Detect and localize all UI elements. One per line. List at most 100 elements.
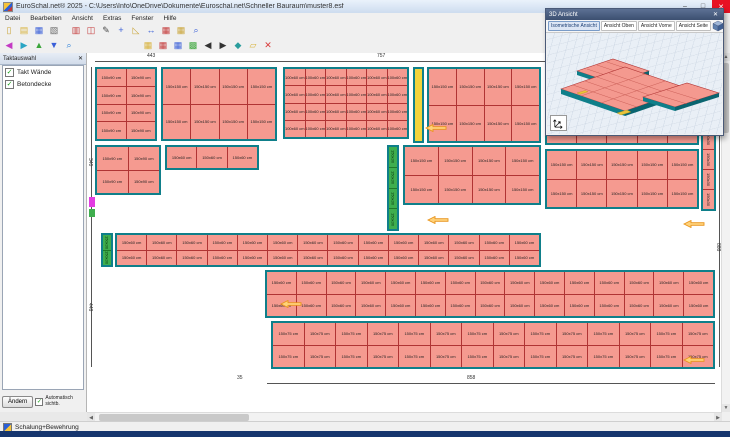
formwork-panel[interactable]: 150x60 cm	[480, 235, 509, 250]
formwork-panel[interactable]: 150x150 cm	[668, 180, 697, 208]
formwork-panel[interactable]: 100x60 cm	[326, 69, 346, 85]
formwork-panel[interactable]: 150x60 cm	[359, 235, 388, 250]
ruler-tool-icon[interactable]: ◺	[129, 24, 143, 37]
formwork-panel[interactable]: 100x60 cm	[326, 86, 346, 102]
edit-tool-icon[interactable]: ✎	[99, 24, 113, 37]
formwork-panel[interactable]: 150x150 cm	[457, 69, 484, 105]
formwork-panel[interactable]: 150x60 cm	[356, 272, 385, 294]
formwork-panel[interactable]: 150x60 cm	[389, 251, 418, 266]
change-button[interactable]: Ändern	[2, 396, 33, 408]
formwork-panel[interactable]: 150x60 cm	[535, 272, 564, 294]
formwork-panel[interactable]: 100x60 cm	[306, 86, 326, 102]
formwork-panel[interactable]: 150x75 cm	[305, 346, 336, 368]
formwork-panel[interactable]: 100x60 cm	[367, 104, 387, 120]
formwork-panel[interactable]: 150x30	[103, 235, 111, 250]
formwork-panel[interactable]: 150x75 cm	[368, 323, 399, 345]
formwork-panel[interactable]: 150x90 cm	[127, 105, 156, 122]
formwork-panel[interactable]: 150x75 cm	[557, 346, 588, 368]
formwork-panel[interactable]: 150x60 cm	[416, 295, 445, 317]
formwork-panel[interactable]: 150x60 cm	[389, 235, 418, 250]
formwork-panel[interactable]: 150x60 cm	[476, 295, 505, 317]
formwork-panel[interactable]: 150x60 cm	[386, 272, 415, 294]
formwork-panel[interactable]: 150x60 cm	[328, 235, 357, 250]
formwork-panel[interactable]: 150x150 cm	[248, 69, 275, 104]
viewer3d-tab-3[interactable]: Ansicht Seite	[676, 21, 711, 31]
formwork-panel[interactable]: 150x90 cm	[97, 87, 126, 104]
print-icon[interactable]: ▧	[47, 24, 61, 37]
formwork-panel[interactable]: 150x75 cm	[462, 346, 493, 368]
formwork-panel[interactable]: 150x150 cm	[638, 180, 667, 208]
formwork-panel[interactable]: 150x75 cm	[336, 346, 367, 368]
formwork-panel[interactable]: 150x75 cm	[683, 323, 714, 345]
formwork-panel[interactable]: 100x60 cm	[306, 104, 326, 120]
formwork-panel[interactable]: 150x60 cm	[167, 147, 196, 168]
table-yellow-icon[interactable]: ▦	[141, 39, 155, 52]
formwork-panel[interactable]: 150x90 cm	[97, 105, 126, 122]
formwork-panel[interactable]: 100x60 cm	[347, 104, 367, 120]
formwork-panel[interactable]: 150x60 cm	[446, 272, 475, 294]
takt-item-0[interactable]: ✓Takt Wände	[3, 66, 83, 78]
formwork-panel[interactable]: 150x60 cm	[510, 251, 539, 266]
formwork-panel[interactable]: 150x60 cm	[419, 235, 448, 250]
formwork-panel[interactable]: 150x90 cm	[127, 87, 156, 104]
horizontal-scroll-thumb[interactable]	[99, 414, 249, 421]
formwork-panel[interactable]: 100x60 cm	[285, 104, 305, 120]
diamond-tool-icon[interactable]: ◆	[231, 39, 245, 52]
formwork-panel[interactable]: 150x150 cm	[248, 105, 275, 140]
formwork-panel[interactable]: 150x60 cm	[268, 251, 297, 266]
viewer3d-tab-2[interactable]: Ansicht Vorne	[638, 21, 675, 31]
formwork-panel[interactable]: 150x75 cm	[494, 323, 525, 345]
formwork-panel[interactable]: 150x60 cm	[117, 235, 146, 250]
formwork-panel[interactable]: 150x60 cm	[298, 235, 327, 250]
formwork-panel[interactable]: 150x150 cm	[547, 180, 576, 208]
zoom-tool-icon[interactable]: ⌕	[189, 24, 203, 37]
formwork-panel[interactable]: 150x30	[103, 251, 111, 266]
formwork-panel[interactable]: 150x30	[389, 168, 397, 188]
save-file-icon[interactable]: ▦	[32, 24, 46, 37]
formwork-panel[interactable]: 150x150 cm	[512, 69, 539, 105]
formwork-panel[interactable]: 150x30	[703, 170, 714, 189]
formwork-panel[interactable]: 150x150 cm	[439, 147, 472, 175]
move-tool-icon[interactable]: ↔	[144, 24, 158, 37]
formwork-panel[interactable]: 150x30	[703, 190, 714, 209]
formwork-panel[interactable]: 150x90 cm	[97, 147, 128, 170]
formwork-panel[interactable]: 150x75 cm	[431, 346, 462, 368]
formwork-panel[interactable]: 150x60 cm	[359, 251, 388, 266]
formwork-panel[interactable]: 150x60 cm	[267, 272, 296, 294]
filler-piece[interactable]	[89, 209, 95, 217]
wall-tool-icon[interactable]: ▥	[69, 24, 83, 37]
menu-extras[interactable]: Extras	[98, 15, 126, 22]
formwork-panel[interactable]: 150x150 cm	[668, 151, 697, 179]
formwork-panel[interactable]: 100x60 cm	[306, 121, 326, 137]
formwork-panel[interactable]: 100x60 cm	[347, 121, 367, 137]
formwork-panel[interactable]: 150x150 cm	[163, 105, 190, 140]
formwork-panel[interactable]: 150x90 cm	[127, 122, 156, 139]
formwork-panel[interactable]: 150x150 cm	[429, 69, 456, 105]
formwork-panel[interactable]: 150x60 cm	[595, 295, 624, 317]
formwork-panel[interactable]: 100x60 cm	[306, 69, 326, 85]
viewer3d-viewport[interactable]	[547, 33, 722, 134]
formwork-panel[interactable]: 100x60 cm	[367, 121, 387, 137]
formwork-panel[interactable]: 150x60 cm	[505, 272, 534, 294]
formwork-panel[interactable]: 150x90 cm	[97, 171, 128, 194]
formwork-panel[interactable]: 150x75 cm	[431, 323, 462, 345]
formwork-panel[interactable]: 150x60 cm	[386, 295, 415, 317]
formwork-panel[interactable]: 150x75 cm	[620, 346, 651, 368]
formwork-panel[interactable]: 150x75 cm	[273, 346, 304, 368]
formwork-panel[interactable]: 150x150 cm	[547, 151, 576, 179]
formwork-panel[interactable]: 150x60 cm	[535, 295, 564, 317]
menu-bearbeiten[interactable]: Bearbeiten	[25, 15, 66, 22]
crosshair-tool-icon[interactable]: +	[114, 24, 128, 37]
formwork-panel[interactable]: 100x60 cm	[367, 69, 387, 85]
formwork-panel[interactable]: 150x150 cm	[457, 106, 484, 142]
formwork-panel[interactable]: 100x60 cm	[285, 121, 305, 137]
nav-up-icon[interactable]: ▲	[32, 39, 46, 52]
formwork-panel[interactable]: 150x60 cm	[480, 251, 509, 266]
menu-datei[interactable]: Datei	[0, 15, 25, 22]
formwork-panel[interactable]: 150x150 cm	[191, 69, 218, 104]
open-file-icon[interactable]: ▤	[17, 24, 31, 37]
formwork-panel[interactable]: 150x60 cm	[177, 235, 206, 250]
formwork-panel[interactable]: 150x150 cm	[405, 176, 438, 204]
scroll-down-icon[interactable]: ▼	[722, 404, 730, 412]
table-red-icon[interactable]: ▦	[156, 39, 170, 52]
